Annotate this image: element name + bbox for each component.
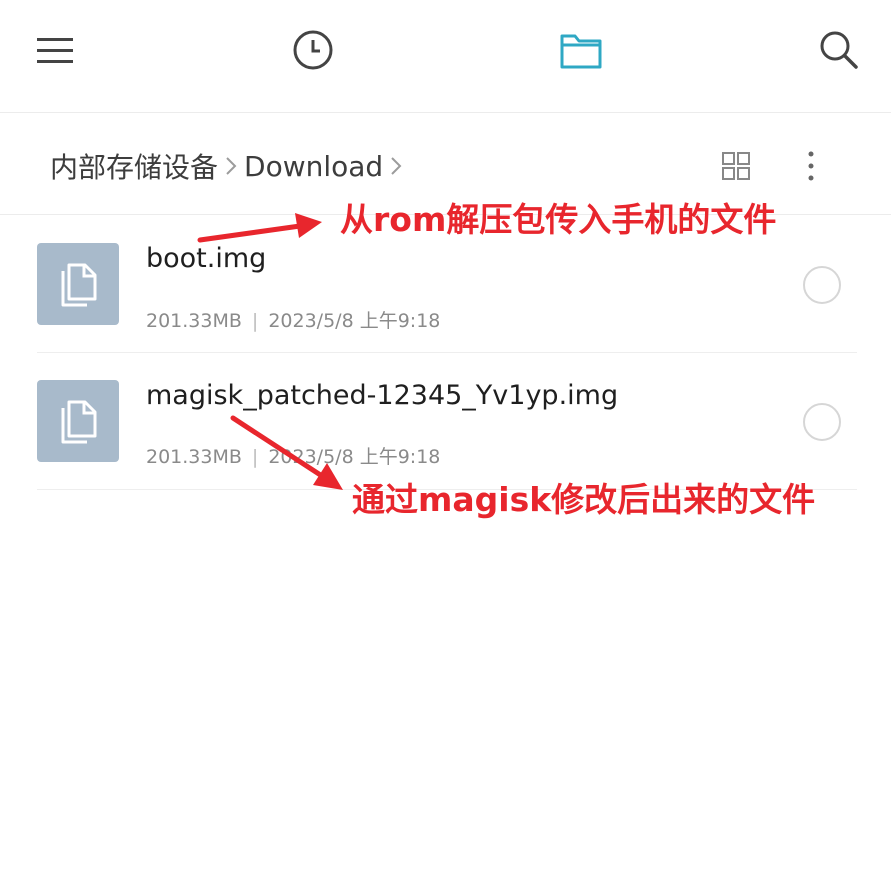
annotation-label-bottom: 通过magisk修改后出来的文件 xyxy=(352,480,816,519)
file-name: boot.img xyxy=(146,243,267,274)
file-icon xyxy=(37,243,119,325)
file-icon xyxy=(37,380,119,462)
file-size: 201.33MB xyxy=(146,310,242,332)
meta-separator: | xyxy=(251,310,259,332)
select-checkbox[interactable] xyxy=(803,266,841,304)
row-divider xyxy=(37,352,857,353)
file-meta: 201.33MB | 2023/5/8 上午9:18 xyxy=(146,442,440,469)
meta-separator: | xyxy=(251,446,259,468)
grid-view-icon[interactable] xyxy=(716,146,756,186)
file-row[interactable]: magisk_patched-12345_Yv1yp.img 201.33MB |… xyxy=(0,0,891,468)
breadcrumb-root[interactable]: 内部存储设备 xyxy=(50,146,218,186)
file-meta: 201.33MB | 2023/5/8 上午9:18 xyxy=(146,306,440,333)
file-name: magisk_patched-12345_Yv1yp.img xyxy=(146,380,619,411)
annotation-label-top: 从rom解压包传入手机的文件 xyxy=(340,200,777,239)
annotation-arrow-top xyxy=(197,213,322,243)
breadcrumb: 内部存储设备 Download xyxy=(50,144,409,188)
file-date: 2023/5/8 上午9:18 xyxy=(268,310,441,332)
file-size: 201.33MB xyxy=(146,446,242,468)
chevron-right-icon xyxy=(224,152,238,180)
breadcrumb-current[interactable]: Download xyxy=(244,150,383,183)
file-date: 2023/5/8 上午9:18 xyxy=(268,446,441,468)
more-options-icon[interactable] xyxy=(791,146,831,186)
chevron-right-icon xyxy=(389,152,403,180)
select-checkbox[interactable] xyxy=(803,403,841,441)
